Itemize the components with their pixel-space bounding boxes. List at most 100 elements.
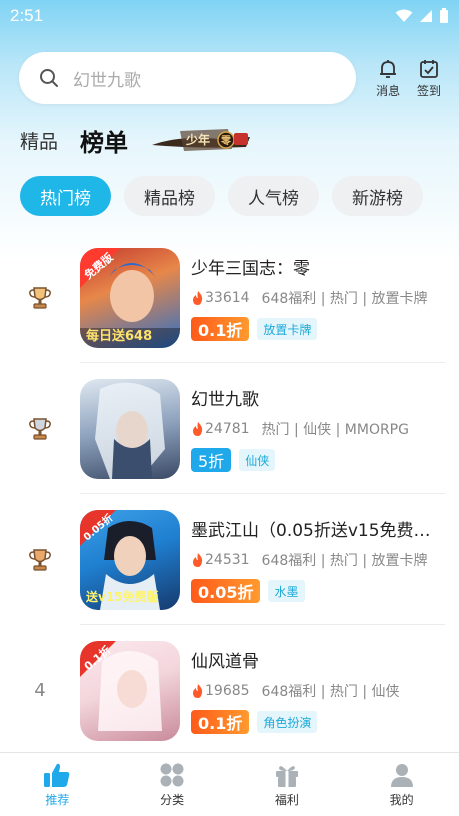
game-tags: 648福利 | 热门 | 仙侠: [261, 684, 400, 700]
messages-label: 消息: [376, 83, 401, 98]
category-tag: 水墨: [268, 580, 305, 602]
game-tags: 648福利 | 热门 | 放置卡牌: [261, 553, 428, 569]
trophy-icon: [29, 548, 51, 571]
game-badges: 0.1折 角色扮演: [191, 710, 439, 734]
svg-text:少年: 少年: [185, 132, 210, 147]
game-info: 仙风道骨 19685 648福利 | 热门 | 仙侠 0.1折 角色扮演: [191, 647, 439, 734]
flame-icon: [193, 422, 203, 436]
rank-indicator: [0, 510, 80, 610]
game-badges: 0.1折 放置卡牌: [191, 317, 439, 341]
chip-new[interactable]: 新游榜: [332, 176, 423, 216]
hot-count: 24531: [191, 552, 250, 568]
category-icon: [160, 763, 184, 786]
game-tags: 热门 | 仙侠 | MMORPG: [261, 422, 409, 438]
game-name: 仙风道骨: [191, 652, 259, 672]
thumb-footer: 每日送648: [86, 328, 153, 344]
game-row[interactable]: 免费版 每日送648 少年三国志：零 33614 648福利 | 热门 | 放置…: [0, 232, 459, 363]
bell-icon: [380, 59, 397, 78]
game-info: 幻世九歌 24781 热门 | 仙侠 | MMORPG 5折 仙侠: [191, 385, 439, 472]
flame-icon: [193, 291, 203, 305]
search-icon: [40, 69, 58, 87]
thumb-footer: 送v15免费版: [86, 589, 159, 604]
trophy-icon: [29, 417, 51, 440]
signal-icon: [420, 10, 432, 22]
tab-featured[interactable]: 精品: [20, 127, 58, 154]
hot-value: 24781: [205, 421, 250, 437]
checkin-label: 签到: [417, 83, 442, 98]
game-meta: 33614 648福利 | 热门 | 放置卡牌: [191, 288, 439, 308]
rank-indicator: 4: [34, 680, 46, 701]
chip-popular[interactable]: 人气榜: [228, 176, 319, 216]
game-tags: 648福利 | 热门 | 放置卡牌: [261, 291, 428, 307]
bottom-nav: 推荐 分类 福利 我的: [0, 752, 459, 816]
checkin-button[interactable]: 签到: [409, 58, 449, 99]
game-row[interactable]: 幻世九歌 24781 热门 | 仙侠 | MMORPG 5折 仙侠: [0, 363, 459, 494]
discount-badge: 0.05折: [191, 579, 261, 603]
nav-label: 我的: [389, 792, 414, 807]
game-name: 幻世九歌: [191, 390, 259, 410]
gift-icon: [275, 765, 298, 787]
hot-count: 33614: [191, 290, 250, 306]
battery-icon: [440, 8, 448, 23]
flame-icon: [193, 553, 203, 567]
nav-label: 分类: [160, 792, 185, 807]
game-row[interactable]: 4 0.1折 仙风道骨 19685 648福利 | 热门 | 仙侠 0.1折 角…: [0, 625, 459, 756]
game-info: 墨武江山（0.05折送v15免费版） 24531 648福利 | 热门 | 放置…: [191, 516, 439, 603]
game-meta: 24531 648福利 | 热门 | 放置卡牌: [191, 550, 439, 570]
game-thumbnail[interactable]: 0.05折 送v15免费版: [80, 509, 180, 610]
nav-mine[interactable]: 我的: [344, 753, 459, 816]
game-thumbnail[interactable]: 免费版 每日送648: [80, 247, 180, 348]
hot-value: 19685: [205, 683, 250, 699]
chip-hot[interactable]: 热门榜: [20, 176, 111, 216]
search-input[interactable]: 幻世九歌: [19, 52, 357, 104]
game-name: 少年三国志：零: [191, 259, 310, 279]
rank-indicator: [0, 379, 80, 479]
status-icons: [395, 8, 449, 24]
game-info: 少年三国志：零 33614 648福利 | 热门 | 放置卡牌 0.1折 放置卡…: [191, 254, 439, 341]
ranking-chips: 热门榜 精品榜 人气榜 新游榜: [20, 176, 423, 216]
nav-category[interactable]: 分类: [115, 753, 230, 816]
thumbs-up-icon: [44, 763, 70, 787]
hot-count: 24781: [191, 421, 250, 437]
game-badges: 5折 仙侠: [191, 448, 439, 472]
hot-count: 19685: [191, 683, 250, 699]
status-bar: 2:51: [0, 0, 459, 32]
section-tabs: 精品 榜单 少年 零: [20, 120, 254, 160]
game-thumbnail[interactable]: [80, 378, 180, 479]
flame-icon: [193, 684, 203, 698]
game-list: 免费版 每日送648 少年三国志：零 33614 648福利 | 热门 | 放置…: [0, 232, 459, 756]
game-meta: 19685 648福利 | 热门 | 仙侠: [191, 681, 439, 701]
category-tag: 角色扮演: [257, 711, 318, 733]
discount-badge: 5折: [191, 448, 232, 472]
nav-recommend[interactable]: 推荐: [0, 753, 115, 816]
messages-button[interactable]: 消息: [368, 58, 408, 99]
game-meta: 24781 热门 | 仙侠 | MMORPG: [191, 419, 439, 439]
wifi-icon: [395, 9, 413, 22]
shaonian-sanguozhi-logo: 少年 零: [152, 129, 251, 151]
game-row[interactable]: 0.05折 送v15免费版 墨武江山（0.05折送v15免费版） 24531 6…: [0, 494, 459, 625]
nav-label: 福利: [274, 792, 299, 807]
tab-rankings[interactable]: 榜单: [80, 123, 128, 158]
game-logo-banner[interactable]: 少年 零: [150, 125, 254, 155]
game-name: 墨武江山（0.05折送v15免费版）: [191, 521, 439, 541]
chip-quality[interactable]: 精品榜: [124, 176, 215, 216]
game-thumbnail[interactable]: 0.1折: [80, 640, 180, 741]
hot-value: 24531: [205, 552, 250, 568]
discount-badge: 0.1折: [191, 710, 250, 734]
calendar-check-icon: [420, 59, 438, 78]
nav-benefits[interactable]: 福利: [230, 753, 345, 816]
category-tag: 放置卡牌: [257, 318, 318, 340]
nav-label: 推荐: [45, 792, 70, 807]
search-row: 幻世九歌 消息 签到: [19, 52, 449, 104]
status-time: 2:51: [10, 6, 44, 25]
game-art: [95, 382, 165, 479]
rank-indicator: [0, 248, 80, 348]
user-icon: [390, 763, 413, 787]
svg-text:零: 零: [220, 134, 232, 147]
search-placeholder: 幻世九歌: [73, 70, 141, 91]
discount-badge: 0.1折: [191, 317, 250, 341]
hot-value: 33614: [205, 290, 250, 306]
category-tag: 仙侠: [239, 449, 276, 471]
game-badges: 0.05折 水墨: [191, 579, 439, 603]
trophy-icon: [29, 286, 51, 309]
